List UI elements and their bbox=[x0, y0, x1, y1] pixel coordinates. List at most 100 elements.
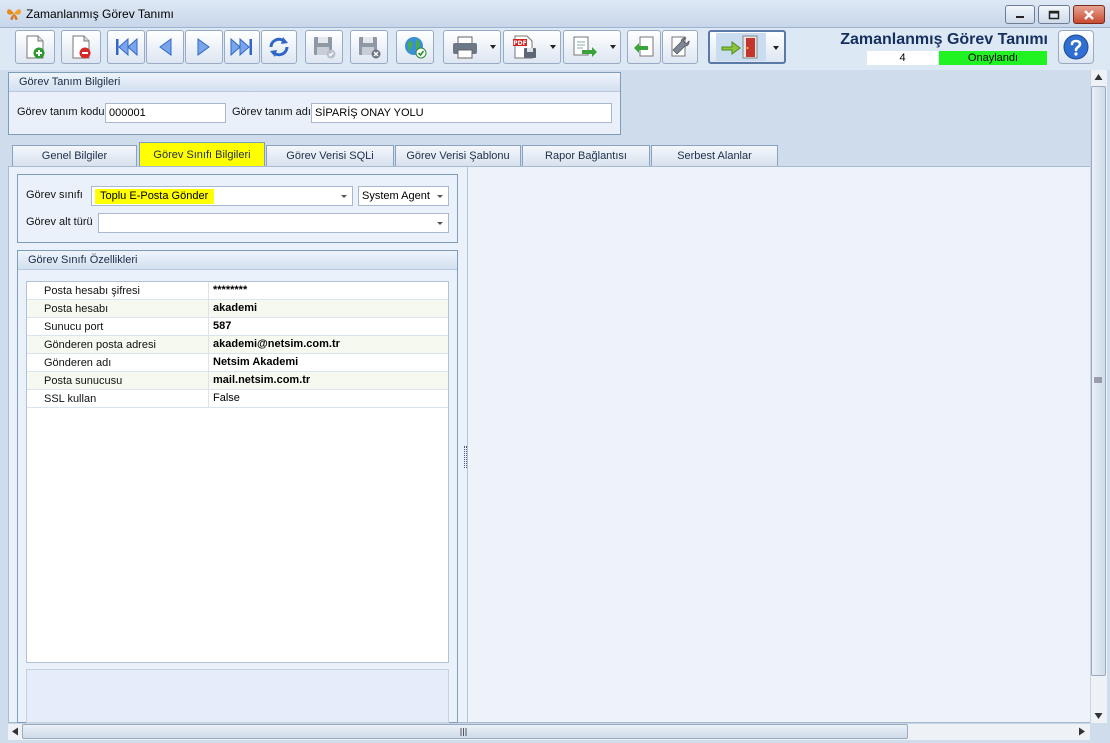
export-button[interactable] bbox=[563, 30, 621, 64]
maximize-button[interactable] bbox=[1038, 5, 1070, 24]
printer-icon bbox=[453, 36, 477, 59]
export-dropdown-caret bbox=[610, 45, 616, 49]
tab-rapor-baglantisi[interactable]: Rapor Bağlantısı bbox=[522, 145, 650, 166]
exit-button[interactable] bbox=[708, 30, 786, 64]
status-badge: Onaylandı bbox=[939, 51, 1047, 65]
help-icon bbox=[1063, 34, 1089, 60]
tab-genel-bilgiler[interactable]: Genel Bilgiler bbox=[12, 145, 137, 166]
splitter-handle[interactable] bbox=[464, 446, 467, 468]
property-value: akademi@netsim.com.tr bbox=[213, 338, 340, 350]
task-code-label: Görev tanım kodu bbox=[17, 106, 105, 118]
grip-icon bbox=[1094, 377, 1102, 383]
agent-select[interactable]: System Agent bbox=[358, 186, 449, 206]
tab-gorev-sinifi-bilgileri[interactable]: Görev Sınıfı Bilgileri bbox=[139, 142, 265, 167]
task-class-value: Toplu E-Posta Gönder bbox=[95, 189, 215, 204]
pdf-export-button[interactable]: PDF bbox=[503, 30, 561, 64]
property-row[interactable]: Posta hesabı şifresi ******** bbox=[27, 282, 448, 300]
chevron-down-icon bbox=[437, 222, 443, 225]
settings-button[interactable] bbox=[662, 30, 698, 64]
scroll-right-icon[interactable] bbox=[1078, 727, 1086, 736]
last-record-button[interactable] bbox=[224, 30, 260, 64]
save-cancel-button[interactable] bbox=[350, 30, 388, 64]
tab-gorev-verisi-sqli[interactable]: Görev Verisi SQLi bbox=[266, 145, 394, 166]
pdf-export-icon: PDF bbox=[513, 35, 536, 59]
right-panel bbox=[467, 167, 1090, 722]
property-row[interactable]: SSL kullan False bbox=[27, 390, 448, 408]
new-button[interactable] bbox=[15, 30, 55, 64]
property-row[interactable]: Sunucu port 587 bbox=[27, 318, 448, 336]
save-button[interactable] bbox=[305, 30, 343, 64]
title-bar: Zamanlanmış Görev Tanımı bbox=[0, 0, 1110, 28]
task-code-input[interactable]: 000001 bbox=[105, 103, 226, 123]
save-icon bbox=[314, 37, 336, 59]
task-name-input[interactable]: SİPARİŞ ONAY YOLU bbox=[311, 103, 612, 123]
print-button[interactable] bbox=[443, 30, 501, 64]
property-name: Gönderen posta adresi bbox=[44, 339, 156, 351]
settings-wrench-icon bbox=[671, 36, 690, 57]
import-icon bbox=[634, 36, 654, 57]
property-name: Posta hesabı bbox=[44, 303, 109, 315]
tab-serbest-alanlar[interactable]: Serbest Alanlar bbox=[651, 145, 778, 166]
refresh-button[interactable] bbox=[261, 30, 297, 64]
import-button[interactable] bbox=[627, 30, 661, 64]
pdf-label: PDF bbox=[513, 40, 526, 47]
property-value: False bbox=[213, 392, 240, 404]
chevron-down-icon bbox=[341, 195, 347, 198]
first-record-icon bbox=[116, 37, 138, 57]
new-document-icon bbox=[26, 35, 45, 59]
butterfly-icon bbox=[7, 9, 21, 20]
property-name: Gönderen adı bbox=[44, 357, 112, 369]
export-icon bbox=[573, 36, 597, 57]
exit-dropdown-caret bbox=[773, 46, 779, 50]
property-row[interactable]: Posta sunucusu mail.netsim.com.tr bbox=[27, 372, 448, 390]
tab-gorev-verisi-sablonu[interactable]: Görev Verisi Şablonu bbox=[395, 145, 521, 166]
print-dropdown-caret bbox=[490, 45, 496, 49]
last-record-icon bbox=[230, 37, 252, 57]
refresh-icon bbox=[269, 37, 289, 57]
exit-door-icon bbox=[716, 33, 766, 61]
minimize-button[interactable] bbox=[1005, 5, 1035, 24]
property-name: Posta sunucusu bbox=[44, 375, 123, 387]
form-title: Zamanlanmış Görev Tanımı bbox=[840, 31, 1048, 48]
property-name: SSL kullan bbox=[44, 393, 97, 405]
properties-panel-title: Görev Sınıfı Özellikleri bbox=[18, 251, 457, 270]
grip-icon bbox=[460, 728, 467, 736]
record-number: 4 bbox=[867, 51, 938, 65]
property-name: Posta hesabı şifresi bbox=[44, 285, 140, 297]
agent-value: System Agent bbox=[362, 190, 430, 202]
save-cancel-icon bbox=[359, 37, 381, 59]
property-value: 587 bbox=[213, 320, 232, 332]
window-title: Zamanlanmış Görev Tanımı bbox=[26, 7, 174, 21]
property-name: Sunucu port bbox=[44, 321, 104, 333]
task-subtype-select[interactable] bbox=[98, 213, 449, 233]
help-button[interactable] bbox=[1058, 30, 1094, 64]
property-row[interactable]: Gönderen posta adresi akademi@netsim.com… bbox=[27, 336, 448, 354]
scroll-left-icon[interactable] bbox=[11, 727, 19, 736]
property-row[interactable]: Posta hesabı akademi bbox=[27, 300, 448, 318]
scroll-down-icon[interactable] bbox=[1094, 712, 1103, 720]
globe-check-icon bbox=[405, 37, 427, 59]
property-grid: Posta hesabı şifresi ******** Posta hesa… bbox=[26, 281, 449, 663]
pdf-dropdown-caret bbox=[550, 45, 556, 49]
property-value: Netsim Akademi bbox=[213, 356, 299, 368]
property-description-area bbox=[26, 669, 449, 723]
property-value: akademi bbox=[213, 302, 258, 314]
task-class-select[interactable]: Toplu E-Posta Gönder bbox=[91, 186, 353, 206]
next-record-button[interactable] bbox=[185, 30, 223, 64]
task-definition-panel-title: Görev Tanım Bilgileri bbox=[9, 73, 620, 92]
scroll-up-icon[interactable] bbox=[1094, 73, 1103, 81]
close-icon bbox=[1084, 9, 1094, 20]
globe-check-button[interactable] bbox=[396, 30, 434, 64]
task-class-label: Görev sınıfı bbox=[26, 189, 83, 201]
property-row[interactable]: Gönderen adı Netsim Akademi bbox=[27, 354, 448, 372]
delete-document-icon bbox=[72, 35, 91, 59]
restore-icon bbox=[1048, 10, 1060, 19]
minimize-icon bbox=[1016, 15, 1024, 18]
delete-button[interactable] bbox=[61, 30, 101, 64]
previous-record-button[interactable] bbox=[146, 30, 184, 64]
task-subtype-label: Görev alt türü bbox=[26, 216, 93, 228]
close-button[interactable] bbox=[1073, 5, 1105, 24]
property-value: mail.netsim.com.tr bbox=[213, 374, 311, 386]
property-value: ******** bbox=[213, 284, 248, 296]
first-record-button[interactable] bbox=[107, 30, 145, 64]
